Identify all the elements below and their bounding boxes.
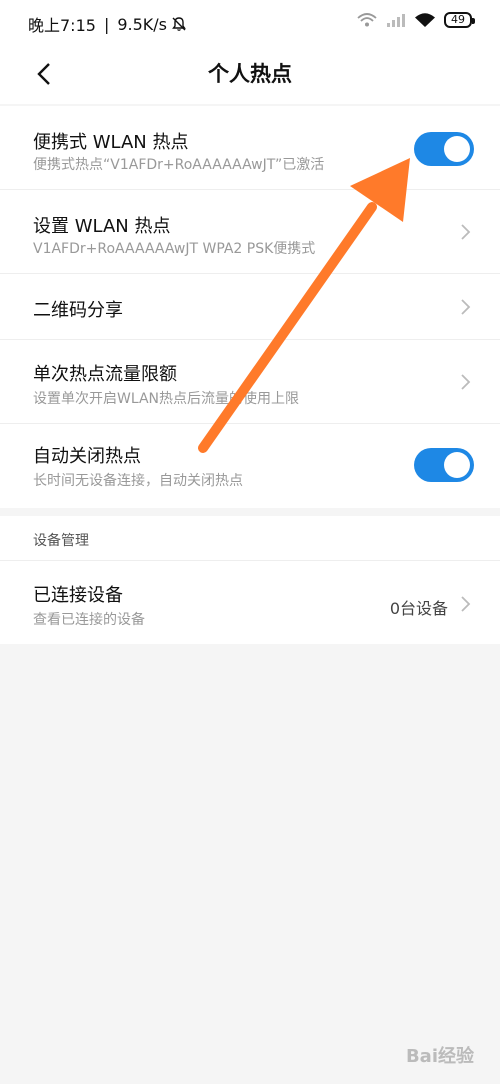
status-right: 49: [356, 12, 475, 28]
row-subtitle: V1AFDr+RoAAAAAAwJT WPA2 PSK便携式: [33, 241, 316, 257]
row-portable-hotspot[interactable]: 便携式 WLAN 热点 便携式热点“V1AFDr+RoAAAAAAwJT”已激活: [0, 106, 500, 190]
signal-icon: [387, 14, 405, 27]
bell-muted-icon: [172, 17, 186, 31]
auto-close-toggle[interactable]: [414, 448, 474, 482]
status-separator: |: [103, 14, 110, 34]
battery-icon: 49: [444, 12, 475, 28]
row-subtitle: 查看已连接的设备: [33, 612, 145, 628]
status-time: 晚上7:15: [28, 16, 96, 35]
status-left: 晚上7:15 | 9.5K/s: [28, 12, 187, 36]
portable-hotspot-toggle[interactable]: [414, 132, 474, 166]
chevron-right-icon: [461, 596, 471, 612]
watermark: Bai经验: [405, 1046, 474, 1067]
row-subtitle: 长时间无设备连接，自动关闭热点: [33, 473, 243, 489]
row-data-limit[interactable]: 单次热点流量限额 设置单次开启WLAN热点后流量的使用上限: [0, 340, 500, 424]
battery-level: 49: [451, 13, 465, 26]
status-speed: 9.5K/s: [117, 14, 167, 34]
hotspot-icon: [357, 13, 377, 27]
row-connected-devices[interactable]: 已连接设备 查看已连接的设备 0台设备: [0, 561, 500, 645]
header: 个人热点: [0, 44, 500, 104]
wifi-icon: [415, 13, 435, 27]
chevron-right-icon: [461, 299, 471, 315]
chevron-right-icon: [461, 374, 471, 390]
row-title: 单次热点流量限额: [33, 364, 177, 385]
section-header: 设备管理: [0, 516, 500, 561]
row-setup-hotspot[interactable]: 设置 WLAN 热点 V1AFDr+RoAAAAAAwJT WPA2 PSK便携…: [0, 190, 500, 274]
row-auto-close[interactable]: 自动关闭热点 长时间无设备连接，自动关闭热点: [0, 424, 500, 508]
row-subtitle: 设置单次开启WLAN热点后流量的使用上限: [33, 391, 300, 407]
page-title: 个人热点: [208, 62, 292, 86]
row-qr-share[interactable]: 二维码分享: [0, 274, 500, 340]
status-bar: 晚上7:15 | 9.5K/s 49: [0, 0, 500, 44]
hotspot-settings-group: 便携式 WLAN 热点 便携式热点“V1AFDr+RoAAAAAAwJT”已激活…: [0, 106, 500, 508]
chevron-right-icon: [461, 224, 471, 240]
row-title: 便携式 WLAN 热点: [33, 132, 189, 153]
row-title: 二维码分享: [33, 300, 123, 321]
section-label: 设备管理: [33, 533, 89, 549]
row-subtitle: 便携式热点“V1AFDr+RoAAAAAAwJT”已激活: [33, 157, 325, 173]
toggle-knob: [444, 452, 470, 478]
row-title: 自动关闭热点: [33, 446, 141, 467]
toggle-knob: [444, 136, 470, 162]
device-section: 设备管理 已连接设备 查看已连接的设备 0台设备: [0, 516, 500, 644]
row-title: 已连接设备: [33, 585, 123, 606]
row-title: 设置 WLAN 热点: [33, 216, 171, 237]
device-count: 0台设备: [389, 599, 448, 618]
